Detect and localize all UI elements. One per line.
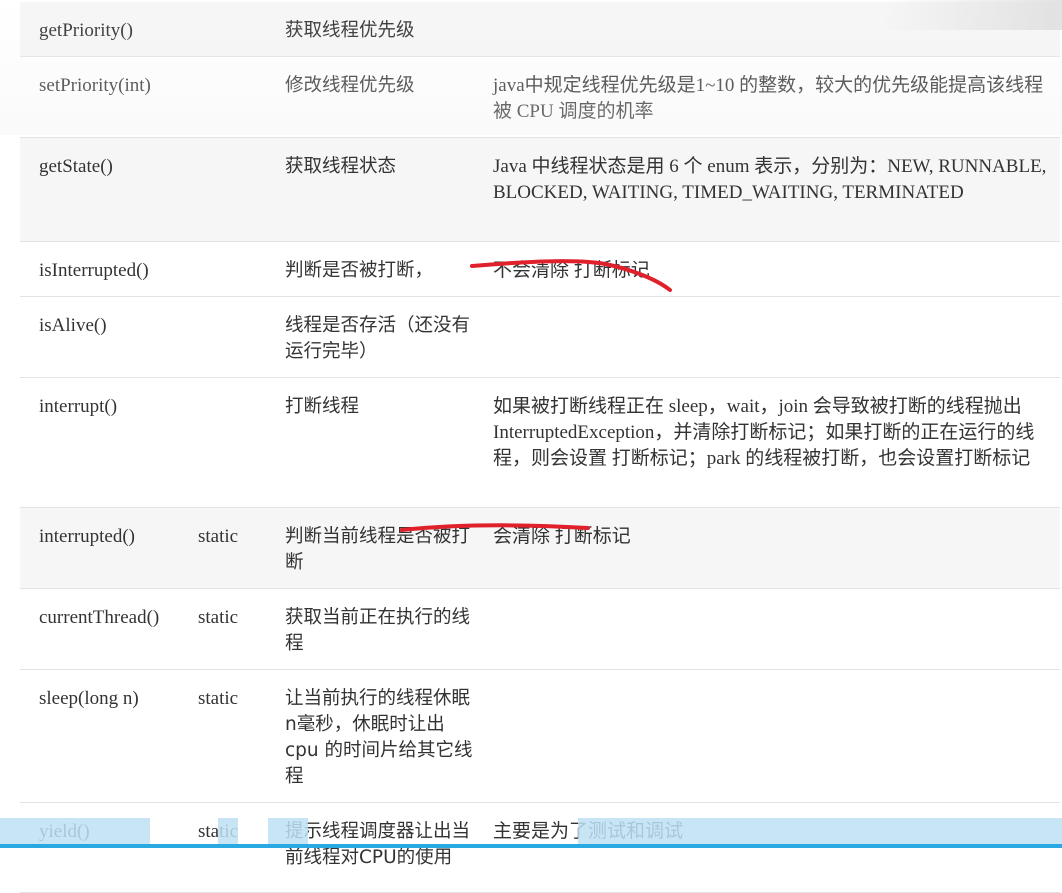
method-cell: isAlive()	[20, 296, 198, 378]
desc-cell: 提示线程调度器让出当前线程对CPU的使用	[266, 802, 474, 893]
note-cell	[474, 588, 1060, 670]
table-row: currentThread() static 获取当前正在执行的线程	[20, 588, 1060, 670]
note-cell: java中规定线程优先级是1~10 的整数，较大的优先级能提高该线程被 CPU …	[474, 56, 1060, 138]
static-cell: static	[198, 669, 266, 803]
desc-cell: 获取线程状态	[266, 137, 474, 242]
method-cell: interrupt()	[20, 377, 198, 508]
static-cell: static	[198, 802, 266, 893]
note-cell	[474, 669, 1060, 803]
table-row: getPriority() 获取线程优先级	[20, 2, 1060, 57]
api-table-page: getPriority() 获取线程优先级 setPriority(int) 修…	[0, 0, 1062, 893]
method-cell: interrupted()	[20, 507, 198, 589]
desc-cell: 线程是否存活（还没有运行完毕）	[266, 296, 474, 378]
table-row: getState() 获取线程状态 Java 中线程状态是用 6 个 enum …	[20, 137, 1060, 242]
method-cell: currentThread()	[20, 588, 198, 670]
static-cell	[198, 137, 266, 242]
note-cell	[474, 296, 1060, 378]
thread-methods-table: getPriority() 获取线程优先级 setPriority(int) 修…	[20, 2, 1060, 893]
static-cell	[198, 2, 266, 57]
table-row: yield() static 提示线程调度器让出当前线程对CPU的使用 主要是为…	[20, 802, 1060, 893]
static-cell	[198, 377, 266, 508]
table-row: interrupted() static 判断当前线程是否被打断 会清除 打断标…	[20, 507, 1060, 589]
method-cell: yield()	[20, 802, 198, 893]
method-cell: isInterrupted()	[20, 241, 198, 297]
static-cell	[198, 56, 266, 138]
desc-cell: 判断当前线程是否被打断	[266, 507, 474, 589]
table-row: interrupt() 打断线程 如果被打断线程正在 sleep，wait，jo…	[20, 377, 1060, 508]
method-cell: getState()	[20, 137, 198, 242]
method-cell: getPriority()	[20, 2, 198, 57]
method-cell: sleep(long n)	[20, 669, 198, 803]
desc-cell: 打断线程	[266, 377, 474, 508]
static-cell: static	[198, 588, 266, 670]
table-row: isInterrupted() 判断是否被打断， 不会清除 打断标记	[20, 241, 1060, 297]
desc-cell: 让当前执行的线程休眠n毫秒，休眠时让出 cpu 的时间片给其它线程	[266, 669, 474, 803]
table-row: setPriority(int) 修改线程优先级 java中规定线程优先级是1~…	[20, 56, 1060, 138]
method-cell: setPriority(int)	[20, 56, 198, 138]
note-cell: 不会清除 打断标记	[474, 241, 1060, 297]
note-cell: 如果被打断线程正在 sleep，wait，join 会导致被打断的线程抛出 In…	[474, 377, 1060, 508]
static-cell	[198, 296, 266, 378]
desc-cell: 获取当前正在执行的线程	[266, 588, 474, 670]
static-cell	[198, 241, 266, 297]
static-cell: static	[198, 507, 266, 589]
desc-cell: 获取线程优先级	[266, 2, 474, 57]
note-cell: Java 中线程状态是用 6 个 enum 表示，分别为：NEW, RUNNAB…	[474, 137, 1060, 242]
note-cell: 会清除 打断标记	[474, 507, 1060, 589]
note-cell	[474, 2, 1060, 57]
desc-cell: 修改线程优先级	[266, 56, 474, 138]
desc-cell: 判断是否被打断，	[266, 241, 474, 297]
table-row: sleep(long n) static 让当前执行的线程休眠n毫秒，休眠时让出…	[20, 669, 1060, 803]
note-cell: 主要是为了测试和调试	[474, 802, 1060, 893]
table-row: isAlive() 线程是否存活（还没有运行完毕）	[20, 296, 1060, 378]
